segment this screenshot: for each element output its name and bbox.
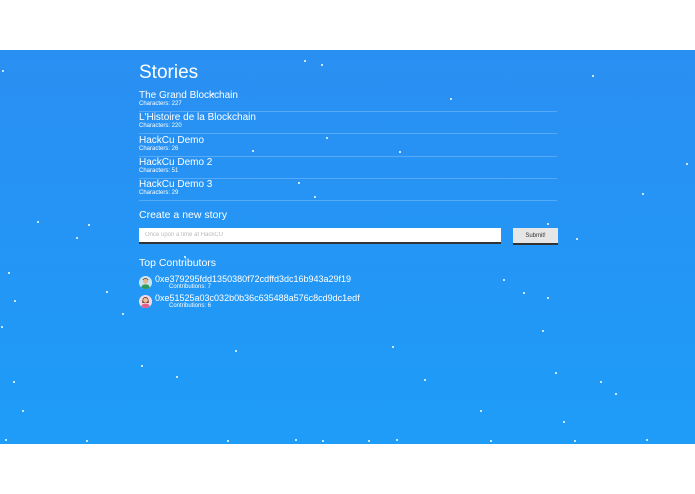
star-decoration xyxy=(86,440,88,442)
star-decoration xyxy=(141,365,143,367)
star-decoration xyxy=(76,237,78,239)
star-decoration xyxy=(37,221,39,223)
story-input[interactable] xyxy=(139,228,501,244)
star-decoration xyxy=(13,381,15,383)
star-decoration xyxy=(576,238,578,240)
story-item[interactable]: The Grand Blockchain Characters: 227 xyxy=(139,90,557,112)
star-decoration xyxy=(22,410,24,412)
contributor-address: 0xe379295fdd1350380f72cdffd3dc16b943a29f… xyxy=(155,274,352,284)
story-character-count: Characters: 227 xyxy=(139,101,182,107)
star-decoration xyxy=(322,440,324,442)
story-item[interactable]: HackCu Demo Characters: 26 xyxy=(139,135,557,157)
star-decoration xyxy=(646,439,648,441)
star-decoration xyxy=(88,224,90,226)
star-decoration xyxy=(686,163,688,165)
page-title: Stories xyxy=(139,62,199,83)
submit-button[interactable]: Submit! xyxy=(513,228,558,245)
star-decoration xyxy=(600,381,602,383)
contributor-address: 0xe51525a03c032b0b36c635488a576c8cd9dc1e… xyxy=(155,293,360,303)
star-decoration xyxy=(424,379,426,381)
star-decoration xyxy=(480,410,482,412)
story-character-count: Characters: 26 xyxy=(139,146,179,152)
star-decoration xyxy=(592,75,594,77)
star-decoration xyxy=(547,297,549,299)
star-decoration xyxy=(396,439,398,441)
story-title[interactable]: The Grand Blockchain xyxy=(139,90,557,101)
star-decoration xyxy=(176,376,178,378)
star-decoration xyxy=(392,346,394,348)
avatar xyxy=(139,276,152,289)
star-decoration xyxy=(122,313,124,315)
top-contributors-heading: Top Contributors xyxy=(139,257,217,269)
story-title[interactable]: L'Histoire de la Blockchain xyxy=(139,112,557,123)
star-decoration xyxy=(106,291,108,293)
contributor-contributions: Contributions: 7 xyxy=(169,284,212,290)
star-decoration xyxy=(5,439,7,441)
star-decoration xyxy=(542,330,544,332)
star-decoration xyxy=(523,292,525,294)
star-decoration xyxy=(295,439,297,441)
star-decoration xyxy=(547,223,549,225)
star-decoration xyxy=(1,326,3,328)
create-story-heading: Create a new story xyxy=(139,209,228,221)
story-title[interactable]: HackCu Demo xyxy=(139,135,557,146)
star-decoration xyxy=(2,70,4,72)
story-item[interactable]: HackCu Demo 2 Characters: 51 xyxy=(139,157,557,179)
star-decoration xyxy=(574,440,576,442)
star-decoration xyxy=(368,440,370,442)
star-decoration xyxy=(615,393,617,395)
story-item[interactable]: HackCu Demo 3 Characters: 29 xyxy=(139,179,557,201)
star-decoration xyxy=(304,60,306,62)
star-decoration xyxy=(555,372,557,374)
story-title[interactable]: HackCu Demo 3 xyxy=(139,179,557,190)
person-avatar-male-icon xyxy=(139,276,152,289)
star-decoration xyxy=(642,193,644,195)
star-decoration xyxy=(235,350,237,352)
story-item[interactable]: L'Histoire de la Blockchain Characters: … xyxy=(139,112,557,134)
star-decoration xyxy=(503,279,505,281)
story-title[interactable]: HackCu Demo 2 xyxy=(139,157,557,168)
story-character-count: Characters: 51 xyxy=(139,168,179,174)
star-decoration xyxy=(563,421,565,423)
avatar xyxy=(139,295,152,308)
story-character-count: Characters: 220 xyxy=(139,123,182,129)
person-avatar-female-icon xyxy=(139,295,152,308)
star-decoration xyxy=(321,64,323,66)
star-decoration xyxy=(14,300,16,302)
star-decoration xyxy=(8,272,10,274)
star-decoration xyxy=(227,440,229,442)
starfield-background: Stories The Grand Blockchain Characters:… xyxy=(0,50,695,444)
contributor-contributions: Contributions: 6 xyxy=(169,303,212,309)
story-character-count: Characters: 29 xyxy=(139,190,179,196)
star-decoration xyxy=(490,440,492,442)
